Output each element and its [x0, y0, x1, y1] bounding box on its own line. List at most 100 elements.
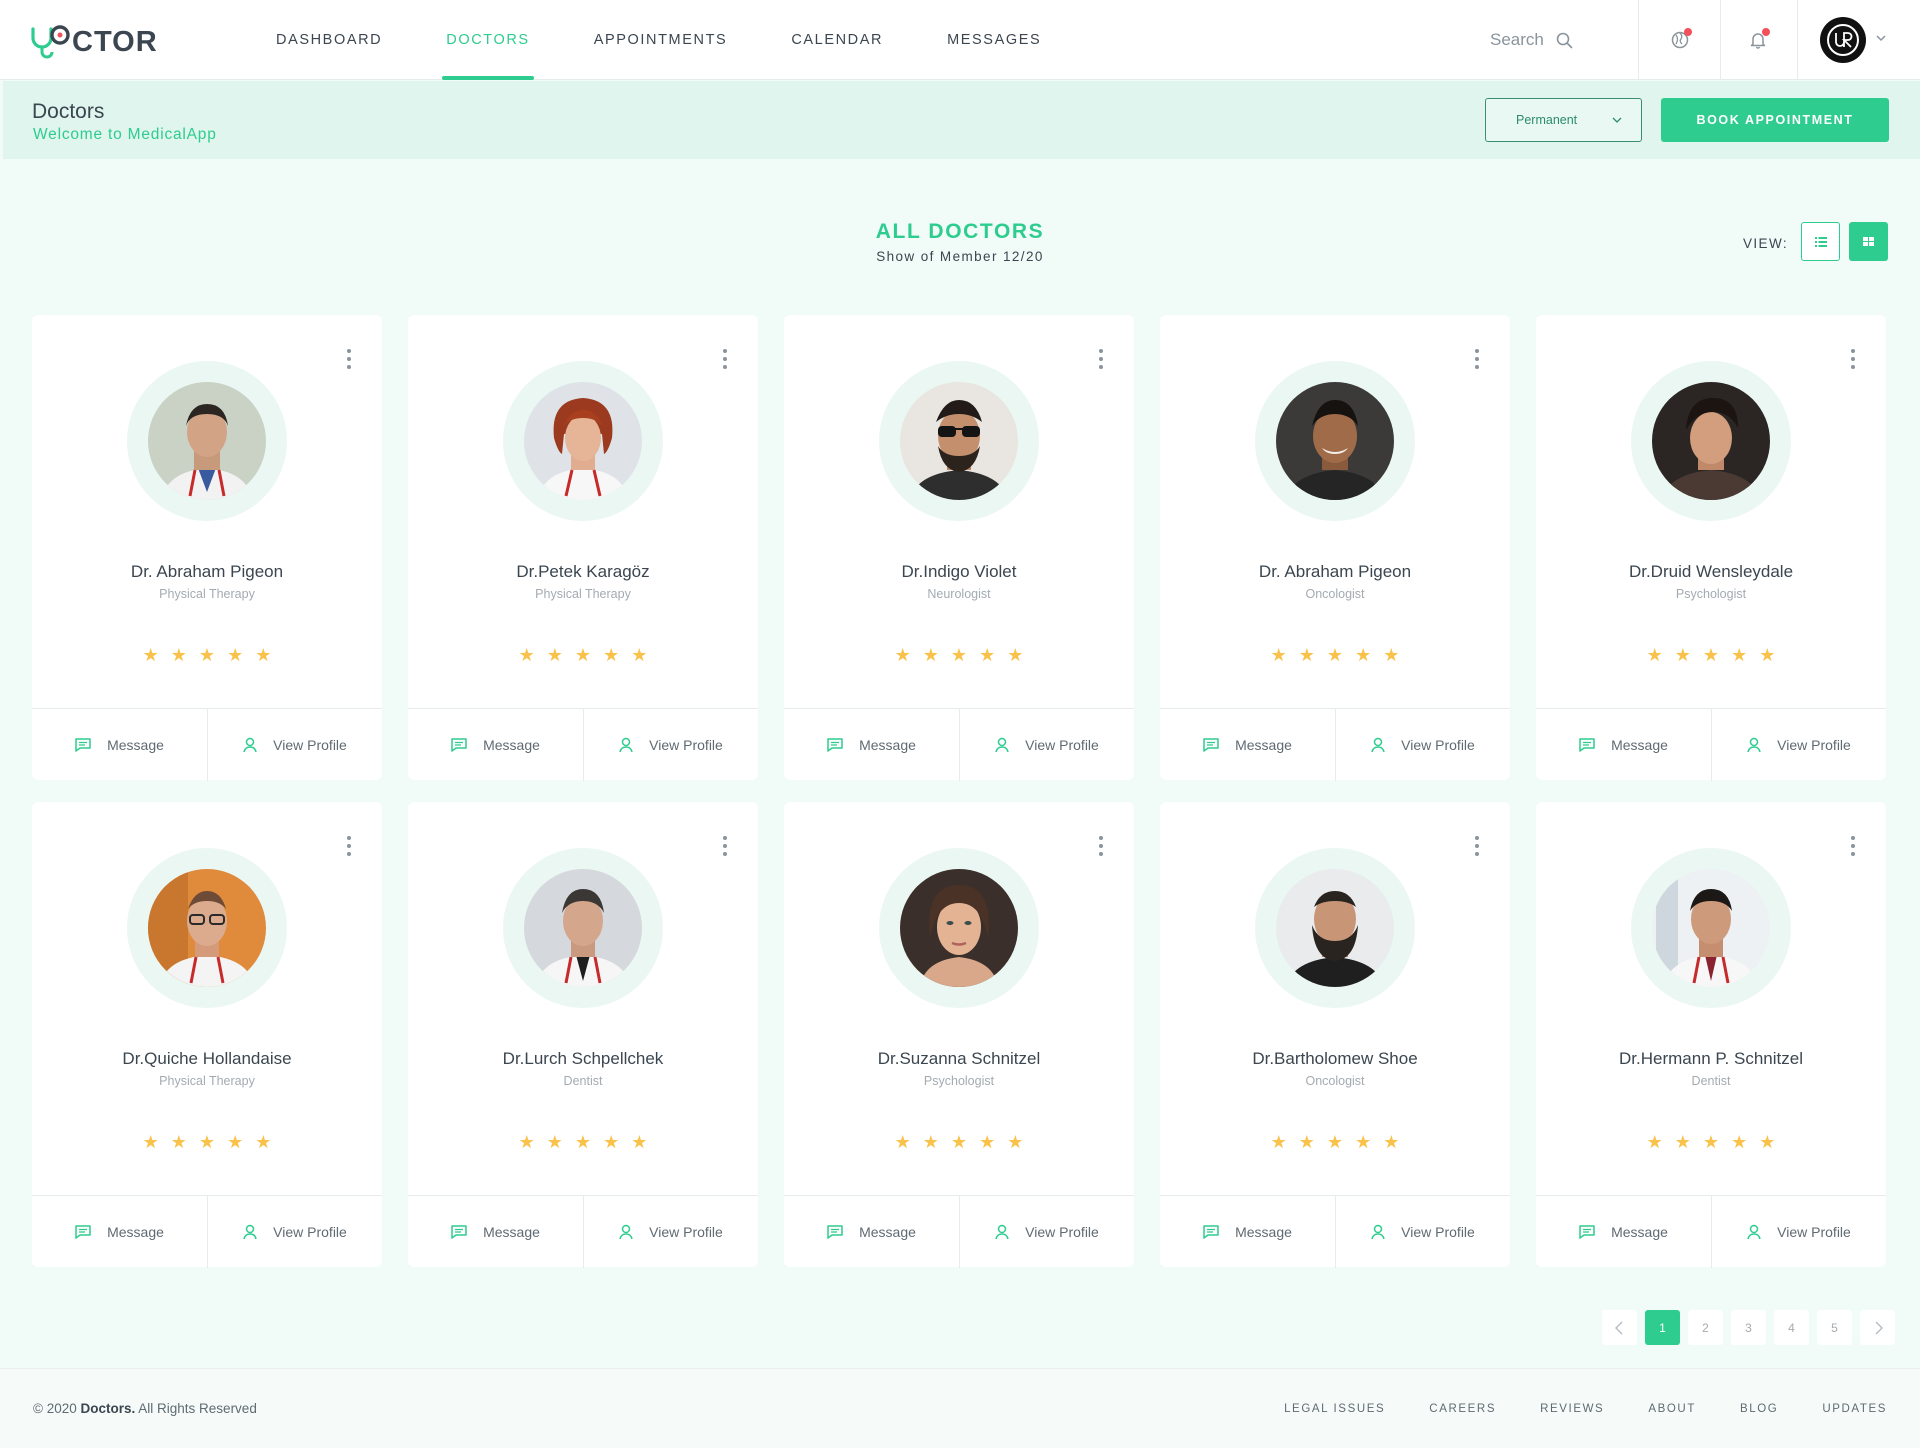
section-subtitle: Show of Member 12/20	[876, 249, 1044, 264]
more-options-icon[interactable]	[346, 349, 352, 369]
nav-doctors[interactable]: DOCTORS	[432, 0, 543, 80]
rating-stars: ★★★★★	[518, 1132, 660, 1152]
more-options-icon[interactable]	[1850, 349, 1856, 369]
next-page-button[interactable]	[1860, 1310, 1895, 1345]
doctor-photo	[148, 382, 266, 500]
search-label[interactable]: Search	[1490, 30, 1544, 50]
message-button[interactable]: Message	[784, 709, 959, 781]
footer-link-reviews[interactable]: REVIEWS	[1540, 1403, 1604, 1415]
doctor-name[interactable]: Dr.Petek Karagöz	[408, 562, 758, 582]
search-icon[interactable]	[1556, 32, 1573, 49]
message-icon	[1579, 738, 1595, 752]
doctor-specialty: Psychologist	[1675, 587, 1747, 601]
section-title: ALL DOCTORS	[875, 220, 1045, 243]
more-options-icon[interactable]	[1474, 836, 1480, 856]
avatar	[1255, 361, 1415, 521]
notifications-button[interactable]	[1744, 26, 1772, 54]
doctor-specialty: Oncologist	[1305, 1074, 1365, 1088]
select-value: Permanent	[1516, 113, 1578, 127]
doctor-name[interactable]: Dr.Bartholomew Shoe	[1160, 1049, 1510, 1069]
doctor-name[interactable]: Dr.Indigo Violet	[784, 562, 1134, 582]
employment-type-select[interactable]: Permanent	[1485, 98, 1642, 142]
avatar	[879, 848, 1039, 1008]
message-button[interactable]: Message	[408, 709, 583, 781]
stethoscope-logo-icon	[31, 25, 70, 59]
app-logo[interactable]: CTOR	[30, 22, 158, 62]
message-button[interactable]: Message	[32, 1196, 207, 1268]
message-button[interactable]: Message	[784, 1196, 959, 1268]
page-button-1[interactable]: 1	[1645, 1310, 1680, 1345]
view-profile-button[interactable]: View Profile	[583, 709, 758, 781]
doctor-name[interactable]: Dr.Druid Wensleydale	[1536, 562, 1886, 582]
doctor-name[interactable]: Dr.Suzanna Schnitzel	[784, 1049, 1134, 1069]
more-options-icon[interactable]	[346, 836, 352, 856]
message-icon	[827, 1225, 843, 1239]
more-options-icon[interactable]	[1098, 349, 1104, 369]
user-icon	[1747, 737, 1761, 753]
view-profile-button[interactable]: View Profile	[959, 709, 1134, 781]
doctor-card: Dr.Bartholomew Shoe Oncologist ★★★★★ Mes…	[1160, 802, 1510, 1268]
message-button[interactable]: Message	[1536, 1196, 1711, 1268]
footer-link-updates[interactable]: UPDATES	[1822, 1403, 1887, 1415]
footer-link-blog[interactable]: BLOG	[1740, 1403, 1778, 1415]
message-button[interactable]: Message	[1160, 1196, 1335, 1268]
view-profile-button[interactable]: View Profile	[207, 1196, 382, 1268]
doctor-name[interactable]: Dr. Abraham Pigeon	[32, 562, 382, 582]
view-profile-button[interactable]: View Profile	[959, 1196, 1134, 1268]
rating-stars: ★★★★★	[518, 645, 660, 665]
page-button-2[interactable]: 2	[1688, 1310, 1723, 1345]
more-options-icon[interactable]	[722, 836, 728, 856]
nav-dashboard[interactable]: DASHBOARD	[262, 0, 396, 80]
nav-messages[interactable]: MESSAGES	[933, 0, 1055, 80]
page-button-4[interactable]: 4	[1774, 1310, 1809, 1345]
language-button[interactable]	[1666, 26, 1694, 54]
message-label: Message	[1611, 1224, 1668, 1240]
doctor-specialty: Dentist	[1691, 1074, 1731, 1088]
doctor-specialty: Physical Therapy	[159, 1074, 255, 1088]
view-profile-label: View Profile	[1025, 1224, 1099, 1240]
message-button[interactable]: Message	[1536, 709, 1711, 781]
footer-link-legal[interactable]: LEGAL ISSUES	[1284, 1403, 1385, 1415]
footer-link-about[interactable]: ABOUT	[1648, 1403, 1696, 1415]
user-icon	[243, 737, 257, 753]
view-profile-label: View Profile	[1401, 1224, 1475, 1240]
doctor-name[interactable]: Dr. Abraham Pigeon	[1160, 562, 1510, 582]
book-appointment-button[interactable]: BOOK APPOINTMENT	[1661, 98, 1889, 142]
message-button[interactable]: Message	[32, 709, 207, 781]
chevron-down-icon[interactable]	[1875, 32, 1887, 44]
more-options-icon[interactable]	[1474, 349, 1480, 369]
user-avatar[interactable]	[1820, 17, 1866, 63]
rating-stars: ★★★★★	[894, 645, 1036, 665]
more-options-icon[interactable]	[1098, 836, 1104, 856]
view-profile-button[interactable]: View Profile	[207, 709, 382, 781]
doctor-card: Dr.Petek Karagöz Physical Therapy ★★★★★ …	[408, 315, 758, 781]
previous-page-button[interactable]	[1602, 1310, 1637, 1345]
message-button[interactable]: Message	[408, 1196, 583, 1268]
doctor-photo	[1652, 382, 1770, 500]
view-profile-button[interactable]: View Profile	[1335, 709, 1510, 781]
user-icon	[1371, 1224, 1385, 1240]
page-title: Doctors	[32, 100, 105, 123]
more-options-icon[interactable]	[722, 349, 728, 369]
message-icon	[75, 738, 91, 752]
nav-appointments[interactable]: APPOINTMENTS	[580, 0, 742, 80]
footer-link-careers[interactable]: CAREERS	[1429, 1403, 1496, 1415]
view-profile-button[interactable]: View Profile	[583, 1196, 758, 1268]
more-options-icon[interactable]	[1850, 836, 1856, 856]
view-profile-button[interactable]: View Profile	[1711, 1196, 1886, 1268]
view-profile-button[interactable]: View Profile	[1335, 1196, 1510, 1268]
doctor-photo	[1276, 869, 1394, 987]
view-profile-button[interactable]: View Profile	[1711, 709, 1886, 781]
nav-calendar[interactable]: CALENDAR	[777, 0, 897, 80]
grid-view-button[interactable]	[1849, 222, 1888, 261]
doctor-name[interactable]: Dr.Hermann P. Schnitzel	[1536, 1049, 1886, 1069]
doctor-name[interactable]: Dr.Quiche Hollandaise	[32, 1049, 382, 1069]
list-view-button[interactable]	[1801, 222, 1840, 261]
doctor-name[interactable]: Dr.Lurch Schpellchek	[408, 1049, 758, 1069]
search-box[interactable]: Search	[1490, 22, 1573, 58]
rating-stars: ★★★★★	[142, 645, 284, 665]
page-button-5[interactable]: 5	[1817, 1310, 1852, 1345]
message-label: Message	[859, 737, 916, 753]
message-button[interactable]: Message	[1160, 709, 1335, 781]
page-button-3[interactable]: 3	[1731, 1310, 1766, 1345]
